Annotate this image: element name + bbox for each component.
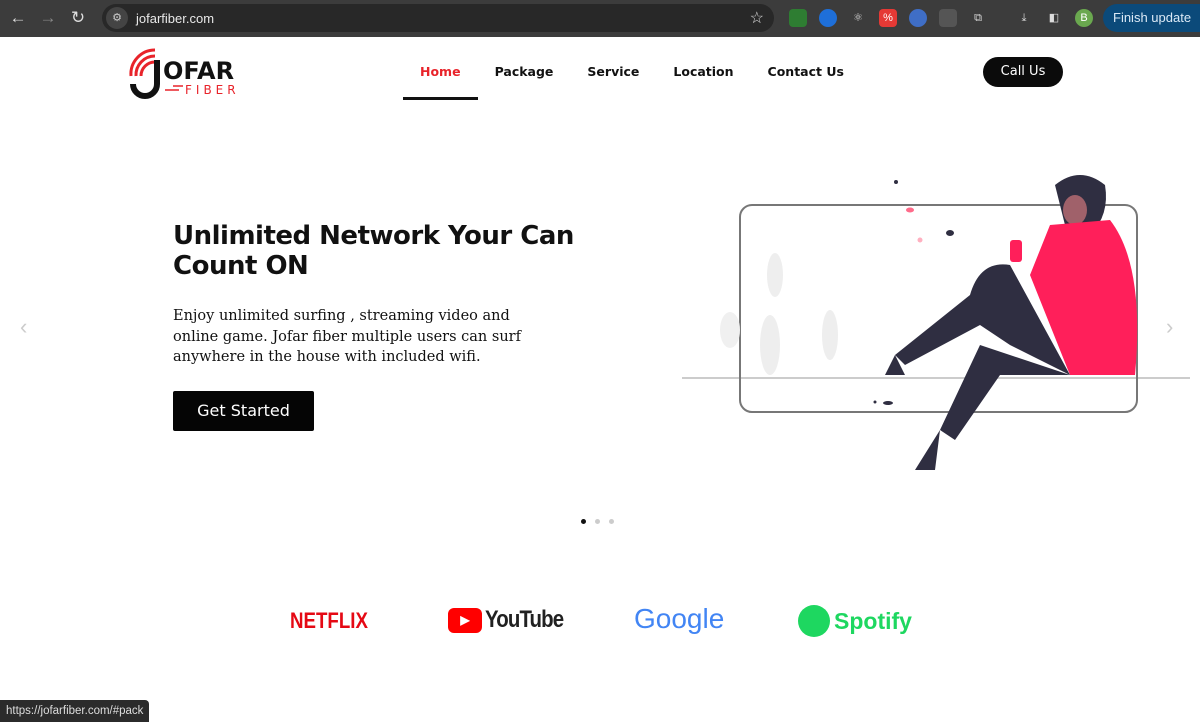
extensions-puzzle-icon[interactable]: ⧉ bbox=[969, 9, 987, 27]
slide-dot-1[interactable] bbox=[581, 519, 586, 524]
site-settings-icon[interactable]: ⚙ bbox=[106, 7, 128, 29]
hero-description: Enjoy unlimited surfing , streaming vide… bbox=[173, 308, 521, 365]
browser-toolbar: ← → ↻ ⚙ jofarfiber.com ☆ ⚛ % ⧉ ⤓ ◧ B Fin… bbox=[0, 0, 1200, 37]
nav-home[interactable]: Home bbox=[403, 64, 478, 100]
logo-mark-icon: OFAR FIBER bbox=[129, 48, 240, 99]
slide-dot-3[interactable] bbox=[609, 519, 614, 524]
slider-prev-icon[interactable]: ‹ bbox=[20, 314, 27, 340]
bookmark-star-icon[interactable]: ☆ bbox=[750, 8, 764, 28]
extension-shield-icon[interactable] bbox=[909, 9, 927, 27]
finish-update-button[interactable]: Finish update bbox=[1103, 4, 1200, 32]
nav-contact-us[interactable]: Contact Us bbox=[751, 64, 861, 100]
extension-selenium-icon[interactable] bbox=[939, 9, 957, 27]
netflix-logo: NETFLIX bbox=[290, 608, 368, 633]
main-nav: Home Package Service Location Contact Us bbox=[403, 64, 861, 100]
hero-illustration bbox=[682, 175, 1190, 470]
extension-red-icon[interactable]: % bbox=[879, 9, 897, 27]
get-started-button[interactable]: Get Started bbox=[173, 391, 314, 431]
slide-dot-2[interactable] bbox=[595, 519, 600, 524]
back-icon[interactable]: ← bbox=[3, 8, 33, 28]
slider-dots bbox=[581, 519, 614, 524]
svg-text:OFAR: OFAR bbox=[163, 57, 234, 85]
side-panel-icon[interactable]: ◧ bbox=[1045, 9, 1063, 27]
youtube-logo: ▶ YouTube bbox=[448, 606, 577, 634]
extension-tree-icon[interactable] bbox=[789, 9, 807, 27]
spotify-logo: Spotify bbox=[798, 605, 912, 637]
jofar-logo[interactable]: OFAR FIBER bbox=[127, 46, 252, 100]
profile-avatar[interactable]: B bbox=[1075, 9, 1093, 27]
reload-icon[interactable]: ↻ bbox=[63, 8, 93, 28]
nav-package[interactable]: Package bbox=[478, 64, 571, 100]
spotify-icon bbox=[798, 605, 830, 637]
forward-icon[interactable]: → bbox=[33, 8, 63, 28]
extension-firefox-icon[interactable] bbox=[819, 9, 837, 27]
download-icon[interactable]: ⤓ bbox=[1015, 9, 1033, 27]
nav-location[interactable]: Location bbox=[656, 64, 750, 100]
svg-text:FIBER: FIBER bbox=[185, 83, 240, 97]
url-text[interactable]: jofarfiber.com bbox=[136, 11, 214, 26]
call-us-button[interactable]: Call Us bbox=[983, 57, 1063, 87]
status-bar-url: https://jofarfiber.com/#pack bbox=[0, 700, 150, 722]
hero-title: Unlimited Network Your Can Count ON bbox=[173, 221, 574, 281]
extension-react-icon[interactable]: ⚛ bbox=[849, 9, 867, 27]
address-bar[interactable]: ⚙ jofarfiber.com ☆ bbox=[102, 4, 774, 32]
nav-service[interactable]: Service bbox=[570, 64, 656, 100]
youtube-play-icon: ▶ bbox=[448, 607, 482, 633]
google-logo: Google bbox=[634, 603, 725, 634]
